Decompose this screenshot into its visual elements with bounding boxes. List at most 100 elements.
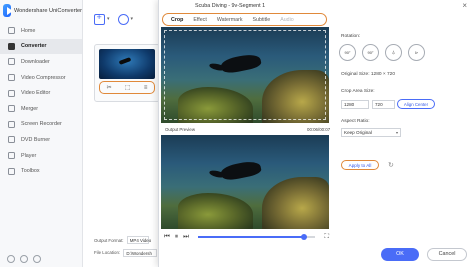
output-format-select[interactable]: MP4 Video bbox=[126, 236, 151, 244]
original-size-label: Original Size: bbox=[341, 72, 370, 77]
file-location: File Location: D:\Wondersh bbox=[94, 249, 158, 257]
sidebar-item-merger[interactable]: Merger bbox=[0, 101, 82, 117]
aspect-ratio-label: Aspect Ratio: bbox=[341, 119, 370, 124]
converter-panel: ▾ ▾ ✂ ⬚ ≡ Output Format: MP4 Video File … bbox=[84, 0, 160, 267]
rotation-label: Rotation: bbox=[341, 34, 361, 39]
tab-audio[interactable]: Audio bbox=[275, 17, 299, 23]
pause-icon[interactable]: ⏸ bbox=[175, 233, 178, 241]
converter-toolbar: ▾ ▾ bbox=[84, 0, 160, 38]
sidebar-item-video-editor[interactable]: Video Editor bbox=[0, 85, 82, 101]
app-name: Wondershare UniConverter bbox=[14, 7, 82, 14]
ok-button[interactable]: OK bbox=[381, 248, 419, 261]
edit-actions: ✂ ⬚ ≡ bbox=[99, 81, 155, 94]
flip-vertical-button[interactable]: ⊳ bbox=[408, 44, 425, 61]
rotate-right-button[interactable]: 90° bbox=[362, 44, 379, 61]
crop-height-input[interactable]: 720 bbox=[372, 100, 395, 109]
sidebar: Wondershare UniConverter Home Converter … bbox=[0, 0, 83, 267]
flip-horizontal-button[interactable]: ⏃ bbox=[385, 44, 402, 61]
sidebar-item-video-compressor[interactable]: Video Compressor bbox=[0, 70, 82, 86]
crop-width-input[interactable]: 1280 bbox=[341, 100, 369, 109]
chevron-down-icon: ▾ bbox=[395, 130, 398, 135]
record-icon bbox=[8, 120, 15, 128]
sidebar-item-label: Video Compressor bbox=[21, 74, 66, 81]
original-size-value: 1280 × 720 bbox=[370, 72, 396, 77]
toolbox-icon bbox=[8, 167, 15, 175]
sidebar-item-screen-recorder[interactable]: Screen Recorder bbox=[0, 117, 82, 133]
crop-video-preview[interactable] bbox=[161, 27, 329, 123]
sidebar-item-player[interactable]: Player bbox=[0, 148, 82, 164]
sidebar-item-label: Video Editor bbox=[21, 90, 51, 97]
compress-icon bbox=[8, 74, 15, 82]
sidebar-item-home[interactable]: Home bbox=[0, 23, 82, 39]
tab-watermark[interactable]: Watermark bbox=[212, 17, 248, 23]
sidebar-item-label: Home bbox=[21, 27, 36, 34]
load-dvd-icon[interactable] bbox=[117, 13, 129, 25]
app-logo-icon bbox=[3, 4, 13, 17]
feedback-icon[interactable] bbox=[33, 255, 41, 263]
fullscreen-icon[interactable]: ⛶ bbox=[324, 233, 329, 241]
reset-icon[interactable]: ↻ bbox=[388, 161, 394, 169]
align-center-button[interactable]: Align Center bbox=[397, 99, 435, 109]
rotate-left-button[interactable]: 90° bbox=[339, 44, 356, 61]
video-thumbnail[interactable] bbox=[99, 49, 155, 79]
playback-progress bbox=[197, 236, 304, 238]
apply-to-all-button[interactable]: Apply to All bbox=[341, 160, 379, 170]
download-icon bbox=[8, 58, 15, 66]
trim-icon[interactable]: ✂ bbox=[107, 85, 112, 91]
cancel-button[interactable]: Cancel bbox=[427, 248, 467, 261]
sidebar-item-downloader[interactable]: Downloader bbox=[0, 54, 82, 70]
scrubber-handle[interactable] bbox=[300, 234, 307, 240]
sidebar-footer bbox=[7, 255, 41, 263]
sidebar-item-label: Screen Recorder bbox=[21, 121, 62, 128]
close-icon[interactable]: × bbox=[462, 1, 467, 10]
aspect-ratio-value: Keep Original bbox=[344, 130, 372, 135]
apply-to-all-label: Apply to All bbox=[348, 162, 372, 168]
sidebar-item-label: DVD Burner bbox=[21, 136, 51, 143]
file-location-label: File Location: bbox=[94, 250, 121, 256]
crop-icon[interactable]: ⬚ bbox=[125, 85, 131, 91]
sidebar-nav: Home Converter Downloader Video Compress… bbox=[0, 23, 82, 179]
aspect-ratio-select[interactable]: Keep Original ▾ bbox=[341, 128, 401, 137]
sidebar-item-label: Converter bbox=[21, 43, 47, 50]
add-files-icon[interactable] bbox=[94, 12, 105, 25]
dialog-title: Scuba Diving - 9v-Segment 1 bbox=[195, 3, 266, 9]
effects-icon[interactable]: ≡ bbox=[144, 85, 148, 91]
crop-area-label: Crop Area Size: bbox=[341, 89, 375, 94]
sidebar-item-label: Player bbox=[21, 152, 37, 159]
chevron-down-icon[interactable]: ▾ bbox=[107, 16, 110, 22]
tab-crop[interactable]: Crop bbox=[166, 17, 188, 23]
sidebar-item-label: Downloader bbox=[21, 58, 50, 65]
home-icon bbox=[8, 27, 15, 35]
playback-controls: ⏮ ⏸ ⏭ ⛶ bbox=[161, 232, 329, 242]
play-icon bbox=[8, 152, 15, 160]
converter-icon bbox=[8, 42, 15, 50]
rotation-buttons: 90° 90° ⏃ ⊳ bbox=[339, 44, 425, 61]
next-frame-icon[interactable]: ⏭ bbox=[183, 233, 189, 241]
flip-vertical-icon: ⊳ bbox=[414, 50, 419, 55]
sidebar-item-dvd-burner[interactable]: DVD Burner bbox=[0, 132, 82, 148]
output-preview-label: Output Preview bbox=[165, 127, 196, 132]
chevron-down-icon[interactable]: ▾ bbox=[131, 16, 134, 22]
crop-frame[interactable] bbox=[164, 30, 326, 120]
output-format-label: Output Format: bbox=[94, 238, 124, 243]
tab-subtitle[interactable]: Subtitle bbox=[248, 17, 276, 23]
file-card[interactable]: ✂ ⬚ ≡ bbox=[94, 44, 160, 102]
flip-horizontal-icon: ⏃ bbox=[391, 49, 396, 55]
merge-icon bbox=[8, 105, 15, 113]
playback-scrubber[interactable] bbox=[197, 234, 316, 240]
disc-icon bbox=[8, 136, 15, 144]
tab-effect[interactable]: Effect bbox=[188, 17, 211, 23]
previous-frame-icon[interactable]: ⏮ bbox=[164, 233, 170, 241]
help-icon[interactable] bbox=[7, 255, 15, 263]
original-size: Original Size: 1280 × 720 bbox=[341, 72, 395, 77]
sidebar-item-converter[interactable]: Converter bbox=[0, 38, 82, 55]
output-format: Output Format: MP4 Video bbox=[94, 236, 151, 244]
file-location-field[interactable]: D:\Wondersh bbox=[123, 249, 158, 257]
edit-tabs: Crop Effect Watermark Subtitle Audio bbox=[162, 13, 327, 26]
output-video-preview bbox=[161, 135, 329, 229]
notification-icon[interactable] bbox=[20, 255, 28, 263]
sidebar-item-label: Toolbox bbox=[21, 168, 40, 175]
brand: Wondershare UniConverter bbox=[0, 0, 82, 21]
timecode: 00:06/00:07 bbox=[307, 127, 331, 132]
sidebar-item-toolbox[interactable]: Toolbox bbox=[0, 163, 82, 179]
